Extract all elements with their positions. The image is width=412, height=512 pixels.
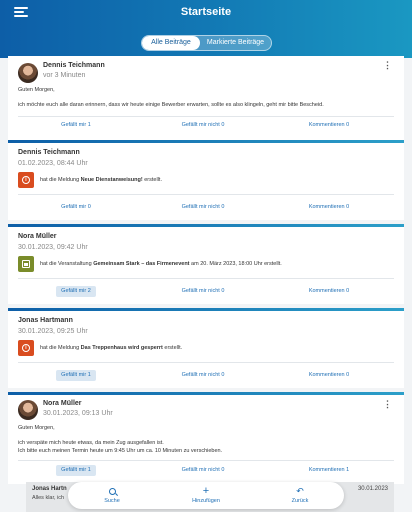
- more-options-icon[interactable]: ⋮: [383, 61, 392, 70]
- undo-icon: ↶: [296, 486, 304, 496]
- comment-author: Jonas Hartn: [32, 486, 67, 492]
- event-text: hat die Meldung Das Treppenhaus wird ges…: [40, 345, 183, 351]
- like-button[interactable]: Gefällt mir 1: [56, 120, 96, 131]
- app-header: Startseite Alle Beiträge Markierte Beitr…: [0, 0, 412, 58]
- like-button[interactable]: Gefällt mir 1: [56, 465, 96, 476]
- post-author[interactable]: Dennis Teichmann: [18, 149, 80, 156]
- like-button[interactable]: Gefällt mir 1: [56, 370, 96, 381]
- dislike-button[interactable]: Gefällt mir nicht 0: [173, 465, 233, 476]
- comment-button[interactable]: Kommentieren 0: [304, 202, 354, 213]
- post-author[interactable]: Nora Müller: [43, 400, 82, 407]
- divider: [18, 460, 394, 461]
- dislike-button[interactable]: Gefällt mir nicht 0: [173, 120, 233, 131]
- search-icon: [108, 487, 116, 495]
- event-notice[interactable]: i hat die Meldung Neue Dienstanweisung! …: [18, 172, 162, 188]
- post-card: Nora Müller 30.01.2023, 09:42 Uhr hat di…: [8, 224, 404, 304]
- alert-icon: i: [18, 172, 34, 188]
- post-card: Nora Müller 30.01.2023, 09:13 Uhr ⋮ Gute…: [8, 392, 404, 484]
- filter-tabs: Alle Beiträge Markierte Beiträge: [141, 35, 272, 51]
- post-card: Jonas Hartmann 30.01.2023, 09:25 Uhr i h…: [8, 308, 404, 388]
- dislike-button[interactable]: Gefällt mir nicht 0: [173, 202, 233, 213]
- divider: [18, 362, 394, 363]
- calendar-icon: [18, 256, 34, 272]
- post-time: 30.01.2023, 09:42 Uhr: [18, 244, 88, 251]
- post-card: Dennis Teichmann 01.02.2023, 08:44 Uhr i…: [8, 140, 404, 220]
- post-author[interactable]: Dennis Teichmann: [43, 62, 105, 69]
- bottom-tab-bar: Suche + Hinzufügen ↶ Zurück: [68, 482, 344, 509]
- post-time: 30.01.2023, 09:25 Uhr: [18, 328, 88, 335]
- post-body-line: ich verspäte mich heute etwas, da mein Z…: [18, 440, 164, 446]
- dislike-button[interactable]: Gefällt mir nicht 0: [173, 370, 233, 381]
- event-text: hat die Veranstaltung Gemeinsam Stark – …: [40, 261, 282, 267]
- post-actions: Gefällt mir 1 Gefällt mir nicht 0 Kommen…: [8, 370, 404, 382]
- event-notice[interactable]: hat die Veranstaltung Gemeinsam Stark – …: [18, 256, 282, 272]
- more-options-icon[interactable]: ⋮: [383, 400, 392, 409]
- tab-all-posts[interactable]: Alle Beiträge: [142, 36, 200, 50]
- divider: [18, 278, 394, 279]
- avatar[interactable]: [18, 400, 38, 420]
- post-body: ich möchte euch alle daran erinnern, das…: [18, 102, 324, 108]
- like-button[interactable]: Gefällt mir 0: [56, 202, 96, 213]
- back-tab[interactable]: ↶ Zurück: [270, 485, 330, 504]
- like-button[interactable]: Gefällt mir 2: [56, 286, 96, 297]
- post-body-line: Ich bitte euch meinen Termin heute um 9:…: [18, 448, 223, 454]
- post-time: vor 3 Minuten: [43, 72, 86, 79]
- card-accent-bar: [8, 140, 404, 143]
- tab-marked-posts[interactable]: Markierte Beiträge: [200, 36, 271, 50]
- page-title: Startseite: [180, 6, 232, 18]
- add-tab[interactable]: + Hinzufügen: [176, 485, 236, 504]
- comment-button[interactable]: Kommentieren 0: [304, 286, 354, 297]
- post-actions: Gefällt mir 0 Gefällt mir nicht 0 Kommen…: [8, 202, 404, 214]
- dislike-button[interactable]: Gefällt mir nicht 0: [173, 286, 233, 297]
- post-card: Dennis Teichmann vor 3 Minuten ⋮ Guten M…: [8, 56, 404, 143]
- comment-button[interactable]: Kommentieren 0: [304, 370, 354, 381]
- post-greeting: Guten Morgen,: [18, 425, 55, 431]
- event-notice[interactable]: i hat die Meldung Das Treppenhaus wird g…: [18, 340, 182, 356]
- comment-button[interactable]: Kommentieren 0: [304, 120, 354, 131]
- post-greeting: Guten Morgen,: [18, 87, 55, 93]
- comment-text: Alles klar, ich: [32, 495, 65, 501]
- comment-button[interactable]: Kommentieren 1: [304, 465, 354, 476]
- back-tab-label: Zurück: [291, 498, 309, 504]
- card-accent-bar: [8, 308, 404, 311]
- card-accent-bar: [8, 224, 404, 227]
- post-actions: Gefällt mir 2 Gefällt mir nicht 0 Kommen…: [8, 286, 404, 298]
- post-time: 01.02.2023, 08:44 Uhr: [18, 160, 88, 167]
- divider: [18, 116, 394, 117]
- search-tab[interactable]: Suche: [82, 485, 142, 504]
- comment-date: 30.01.2023: [357, 486, 388, 492]
- post-actions: Gefällt mir 1 Gefällt mir nicht 0 Kommen…: [8, 465, 404, 477]
- post-author[interactable]: Nora Müller: [18, 233, 57, 240]
- divider: [18, 194, 394, 195]
- event-text: hat die Meldung Neue Dienstanweisung! er…: [40, 177, 162, 183]
- alert-icon: i: [18, 340, 34, 356]
- plus-icon: +: [202, 484, 210, 497]
- post-time: 30.01.2023, 09:13 Uhr: [43, 410, 113, 417]
- search-tab-label: Suche: [104, 498, 120, 504]
- avatar[interactable]: [18, 63, 38, 83]
- card-accent-bar: [8, 392, 404, 395]
- post-actions: Gefällt mir 1 Gefällt mir nicht 0 Kommen…: [8, 120, 404, 132]
- post-author[interactable]: Jonas Hartmann: [18, 317, 73, 324]
- add-tab-label: Hinzufügen: [192, 498, 220, 504]
